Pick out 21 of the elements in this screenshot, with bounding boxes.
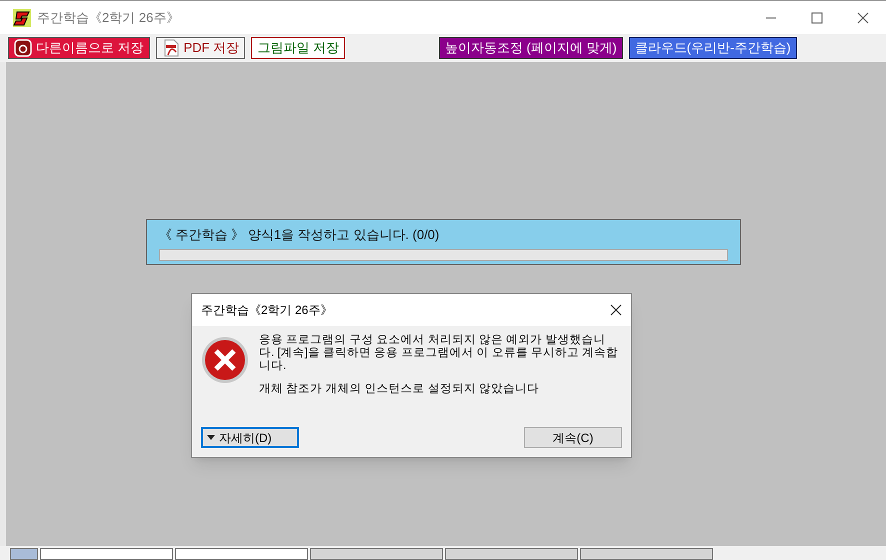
toolbar-button[interactable]: PDF 저장 — [156, 37, 246, 59]
error-detail: 개체 참조가 개체의 인스턴스로 설정되지 않았습니다 — [259, 383, 540, 396]
caret-icon — [207, 435, 215, 440]
window-title: 주간학습《2학기 26주》 — [37, 8, 180, 27]
error-icon — [201, 336, 249, 384]
document-icon — [14, 39, 32, 57]
close-icon — [857, 12, 869, 24]
toolbar-button[interactable]: 높이자동조정 (페이지에 맞게) — [438, 37, 623, 59]
close-icon — [610, 304, 622, 316]
grid-cell — [10, 548, 38, 560]
maximize-icon — [811, 12, 823, 24]
details-button[interactable]: 자세히(D) — [201, 427, 299, 448]
dialog-title: 주간학습《2학기 26주》 — [201, 302, 332, 319]
toolbar-button[interactable]: 클라우드(우리반-주간학습) — [628, 37, 797, 59]
app-logo-icon — [13, 8, 31, 26]
continue-button[interactable]: 계속(C) — [524, 427, 622, 448]
toolbar-button[interactable]: 다른이름으로 저장 — [8, 37, 150, 59]
progress-message: 《 주간학습 》 양식1을 작성하고 있습니다. (0/0) — [159, 226, 440, 244]
pdf-icon — [162, 39, 180, 57]
error-message: 응용 프로그램의 구성 요소에서 처리되지 않은 예외가 발생했습니다. [계속]을 클릭하면 응용 프로그램에서 이 오류를 무시하고 계속합니다. — [259, 334, 619, 373]
toolbar-button[interactable]: 그림파일 저장 — [251, 37, 345, 59]
